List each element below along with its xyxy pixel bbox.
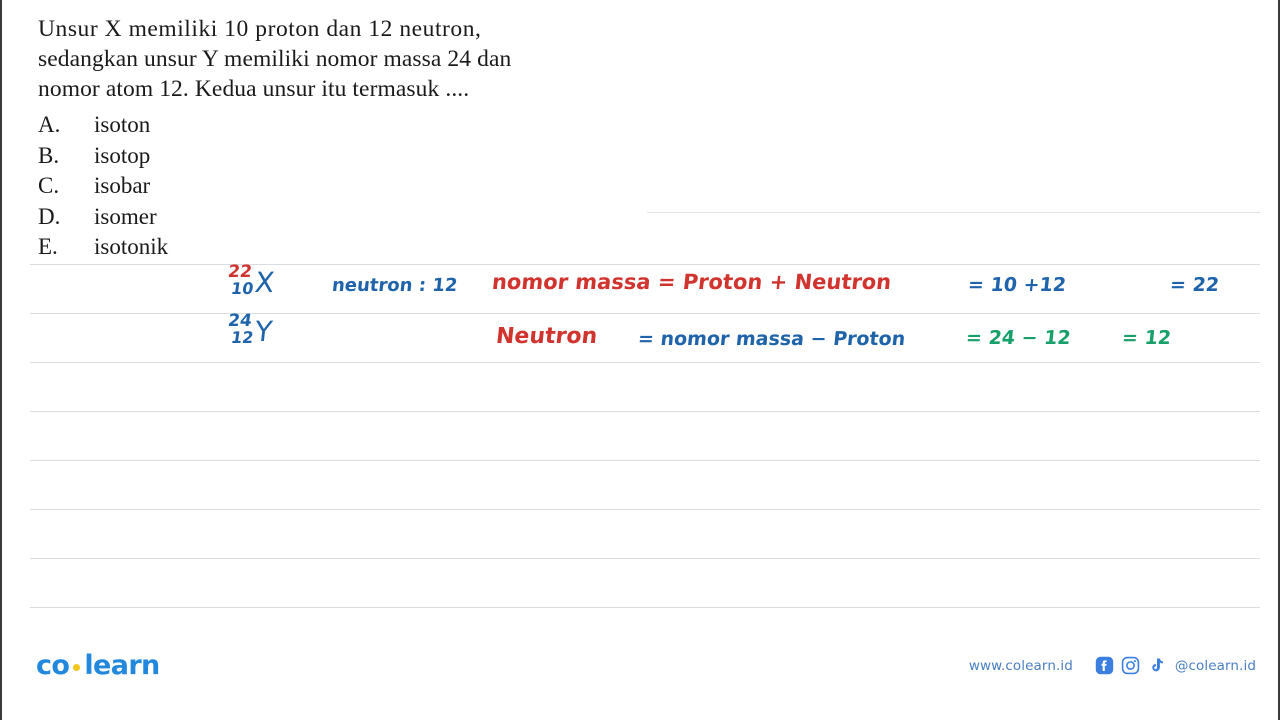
- option-c-label: isobar: [94, 173, 151, 198]
- annotation-neutron-calculation-y: = 24 − 12: [964, 327, 1072, 349]
- annotation-neutron-count-x: neutron : 12: [330, 275, 459, 296]
- option-b-letter: B.: [38, 142, 60, 168]
- annotation-neutron-label: Neutron: [494, 324, 599, 349]
- option-d-label: isomer: [94, 203, 157, 229]
- facebook-icon[interactable]: [1095, 656, 1114, 675]
- logo-text-co: co: [36, 650, 70, 681]
- annotation-neutron-result-y: = 12: [1120, 327, 1173, 349]
- colearn-logo[interactable]: co learn: [36, 650, 160, 681]
- annotation-mass-calculation-x: = 10 +12: [966, 274, 1068, 296]
- option-b[interactable]: B. isotop: [38, 143, 168, 174]
- isotope-x-atomic-number: 10: [229, 279, 255, 299]
- logo-dot-icon: [73, 664, 81, 671]
- social-icons: [1095, 656, 1166, 675]
- isotope-x-symbol: X: [253, 266, 277, 300]
- rule-line-3: [30, 362, 1260, 363]
- option-a[interactable]: A. isoton: [38, 112, 168, 143]
- worksheet-page: Unsur X memiliki 10 proton dan 12 neutro…: [0, 0, 1280, 720]
- option-a-label: isoton: [94, 112, 151, 137]
- rule-line-1: [30, 264, 1260, 265]
- annotation-mass-number-formula: nomor massa = Proton + Neutron: [490, 270, 893, 294]
- rule-line-2: [30, 313, 1260, 314]
- option-c[interactable]: C. isobar: [38, 173, 168, 204]
- option-e-label: isotonik: [94, 234, 169, 259]
- answer-options: A. isoton B. isotop C. isobar D. isomer …: [38, 112, 168, 265]
- rule-line-7: [30, 558, 1260, 559]
- social-handle[interactable]: @colearn.id: [1175, 658, 1256, 674]
- question-line-1: Unsur X memiliki 10 proton dan 12 neutro…: [38, 16, 482, 42]
- footer-links: www.colearn.id @colearn.id: [969, 656, 1256, 675]
- isotope-notation-x: 22 10 X: [227, 262, 277, 300]
- isotope-y-symbol: Y: [253, 315, 275, 349]
- option-e-letter: E.: [38, 234, 58, 259]
- option-d-letter: D.: [38, 203, 61, 229]
- option-d[interactable]: D. isomer: [38, 204, 168, 235]
- footer: co learn www.colearn.id @colearn.id: [2, 642, 1278, 720]
- option-c-letter: C.: [38, 173, 60, 198]
- option-e[interactable]: E. isotonik: [38, 234, 168, 265]
- rule-line-5: [30, 460, 1260, 461]
- annotation-neutron-formula: = nomor massa − Proton: [636, 328, 907, 350]
- option-a-letter: A.: [38, 112, 61, 137]
- isotope-y-atomic-number: 12: [229, 328, 255, 348]
- question-text: Unsur X memiliki 10 proton dan 12 neutro…: [38, 14, 648, 104]
- isotope-notation-y: 24 12 Y: [227, 311, 275, 349]
- website-url[interactable]: www.colearn.id: [969, 658, 1073, 674]
- rule-line-6: [30, 509, 1260, 510]
- logo-text-learn: learn: [84, 650, 160, 681]
- tiktok-icon[interactable]: [1147, 656, 1166, 675]
- question-line-2: sedangkan unsur Y memiliki nomor massa 2…: [38, 46, 512, 72]
- option-b-label: isotop: [94, 142, 151, 168]
- rule-line-partial: [647, 212, 1260, 213]
- rule-line-8: [30, 607, 1260, 608]
- question-line-3: nomor atom 12. Kedua unsur itu termasuk …: [38, 76, 470, 102]
- annotation-mass-result-x: = 22: [1168, 274, 1221, 296]
- instagram-icon[interactable]: [1121, 656, 1140, 675]
- rule-line-4: [30, 411, 1260, 412]
